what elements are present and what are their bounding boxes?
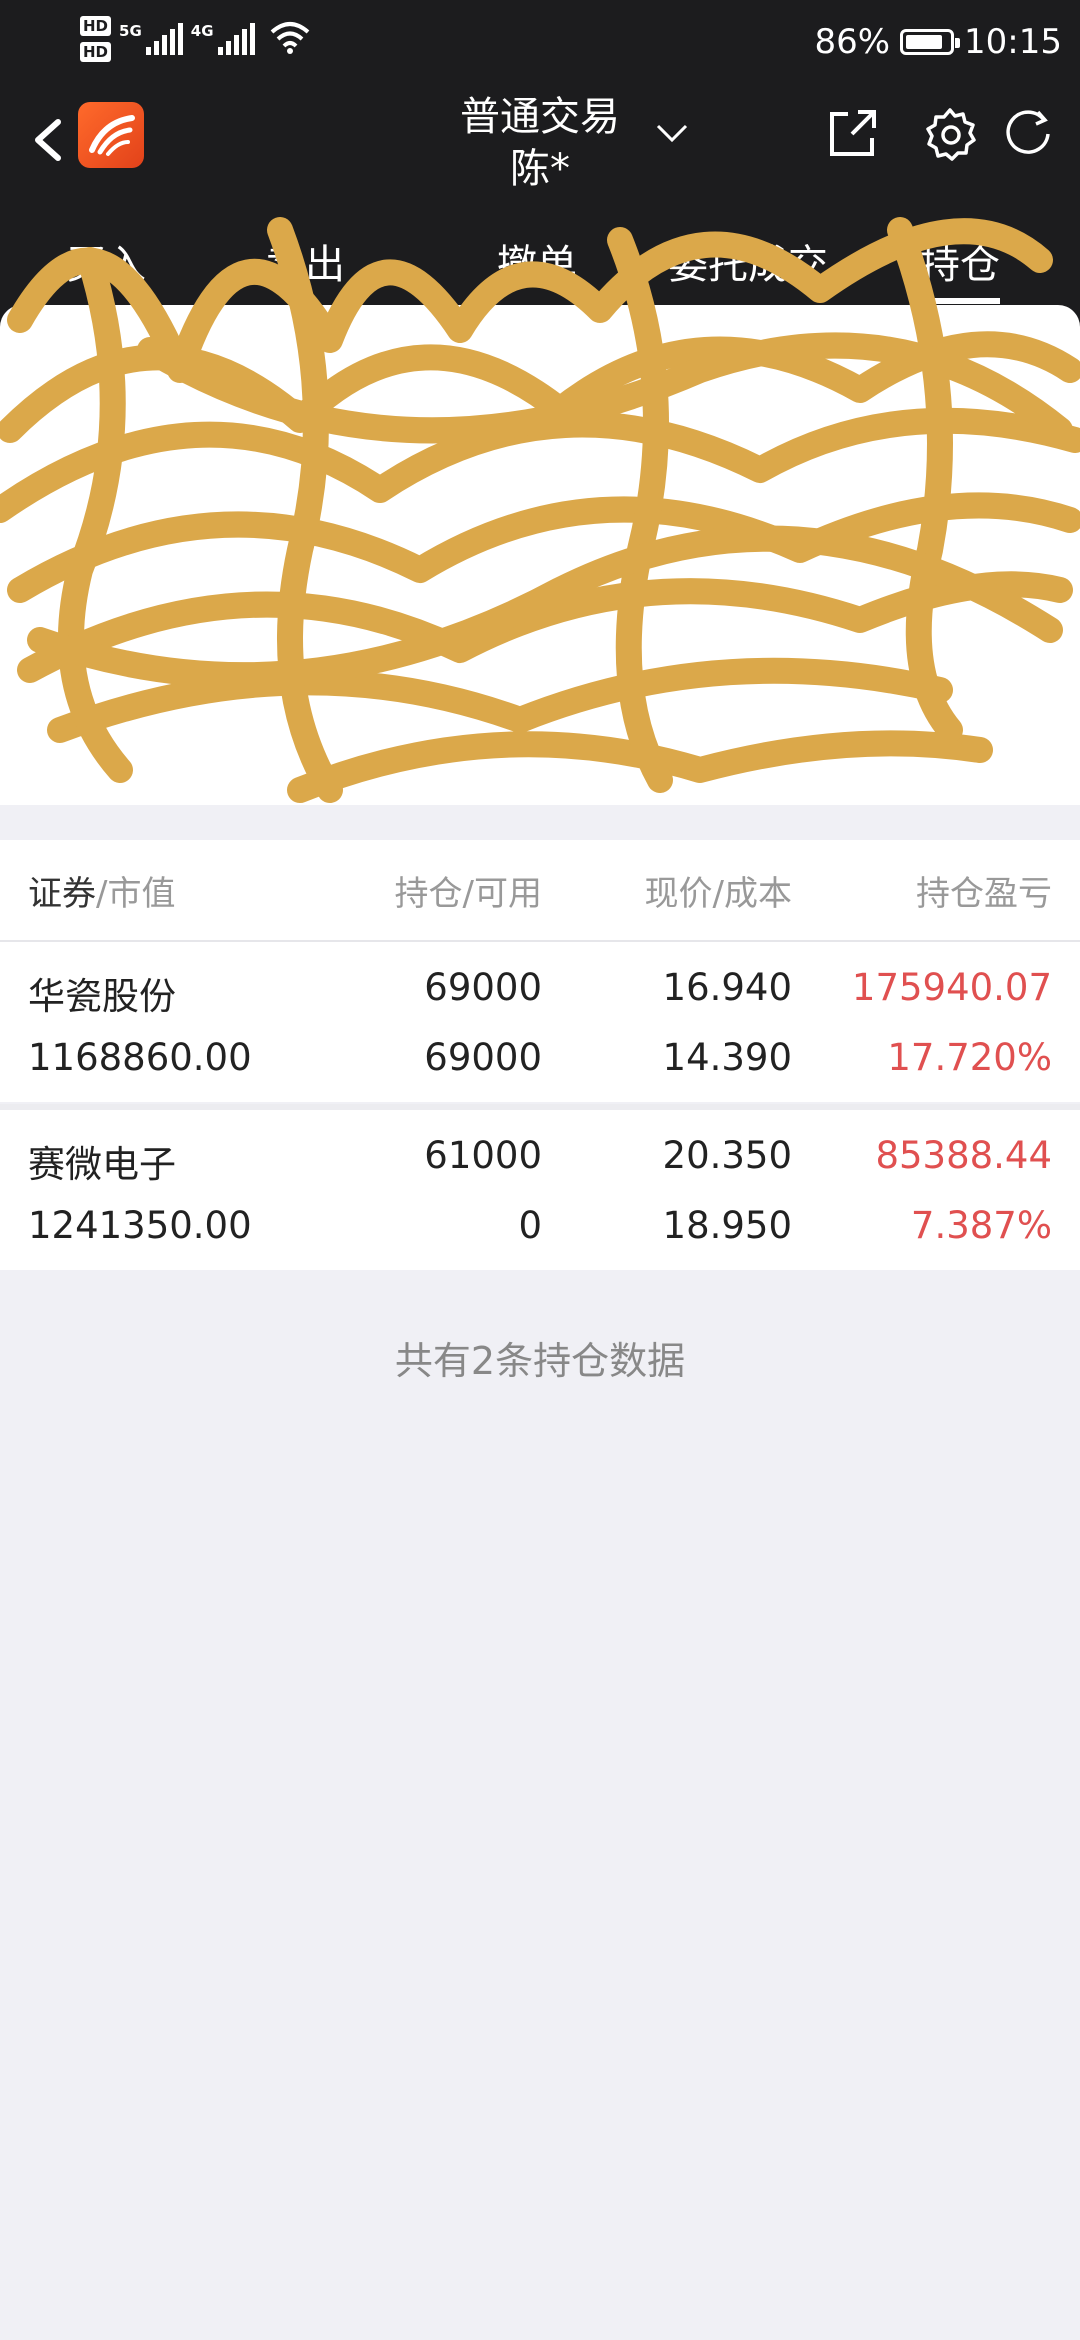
cost-price: 14.390: [662, 1036, 792, 1079]
available-qty: 0: [518, 1204, 542, 1247]
wifi-icon: [269, 20, 311, 58]
signal-icon: [217, 23, 255, 55]
hd-badge-2: HD: [80, 42, 112, 62]
export-icon[interactable]: [822, 104, 882, 164]
page-title: 普通交易: [460, 94, 620, 140]
chevron-down-icon[interactable]: [650, 112, 694, 152]
status-left: HD HD 5G 4G: [80, 16, 311, 62]
battery-icon: [900, 29, 961, 55]
battery-fill: [906, 35, 943, 49]
header-holding-available[interactable]: 持仓/可用: [395, 866, 542, 915]
available-qty: 69000: [424, 1036, 542, 1079]
redaction-scribble: [0, 217, 1080, 803]
market-value: 1168860.00: [28, 1036, 252, 1079]
back-arrow-icon[interactable]: [24, 110, 74, 170]
position-pnl: 175940.07: [851, 966, 1052, 1009]
header-price-cost[interactable]: 现价/成本: [645, 866, 792, 915]
holding-qty: 69000: [424, 966, 542, 1009]
position-pnl-percent: 7.387%: [910, 1204, 1052, 1247]
market-value: 1241350.00: [28, 1204, 252, 1247]
holding-qty: 61000: [424, 1134, 542, 1177]
clock: 10:15: [964, 22, 1062, 62]
hd-indicators: HD HD: [80, 16, 112, 62]
status-right: 86% 10:15: [814, 22, 1062, 62]
positions-table-header: 证券/市值 持仓/可用 现价/成本 持仓盈亏: [0, 840, 1080, 942]
header-security: 证券: [28, 874, 96, 914]
hd-badge-1: HD: [80, 16, 112, 36]
header-position-pnl[interactable]: 持仓盈亏: [916, 866, 1052, 915]
table-row[interactable]: 赛微电子 1241350.00 61000 0 20.350 18.950 85…: [0, 1110, 1080, 1270]
refresh-icon[interactable]: [998, 104, 1058, 164]
network-4g-label: 4G: [190, 22, 214, 40]
security-name: 赛微电子: [28, 1143, 176, 1186]
header-security-value: 证券/市值: [28, 866, 175, 915]
current-price: 20.350: [662, 1134, 792, 1177]
status-bar: HD HD 5G 4G 86% 10:15: [0, 0, 1080, 90]
battery-percent: 86%: [814, 22, 891, 62]
security-name: 华瓷股份: [28, 975, 176, 1018]
positions-count-note: 共有2条持仓数据: [394, 1339, 686, 1383]
gear-icon[interactable]: [920, 104, 980, 164]
position-pnl: 85388.44: [875, 1134, 1052, 1177]
app-logo: [78, 102, 144, 168]
position-pnl-percent: 17.720%: [887, 1036, 1052, 1079]
signal-icon: [145, 23, 183, 55]
network-5g-label: 5G: [119, 22, 142, 40]
table-row[interactable]: 华瓷股份 1168860.00 69000 69000 16.940 14.39…: [0, 942, 1080, 1102]
current-price: 16.940: [662, 966, 792, 1009]
cost-price: 18.950: [662, 1204, 792, 1247]
header-market-value: /市值: [96, 874, 176, 914]
